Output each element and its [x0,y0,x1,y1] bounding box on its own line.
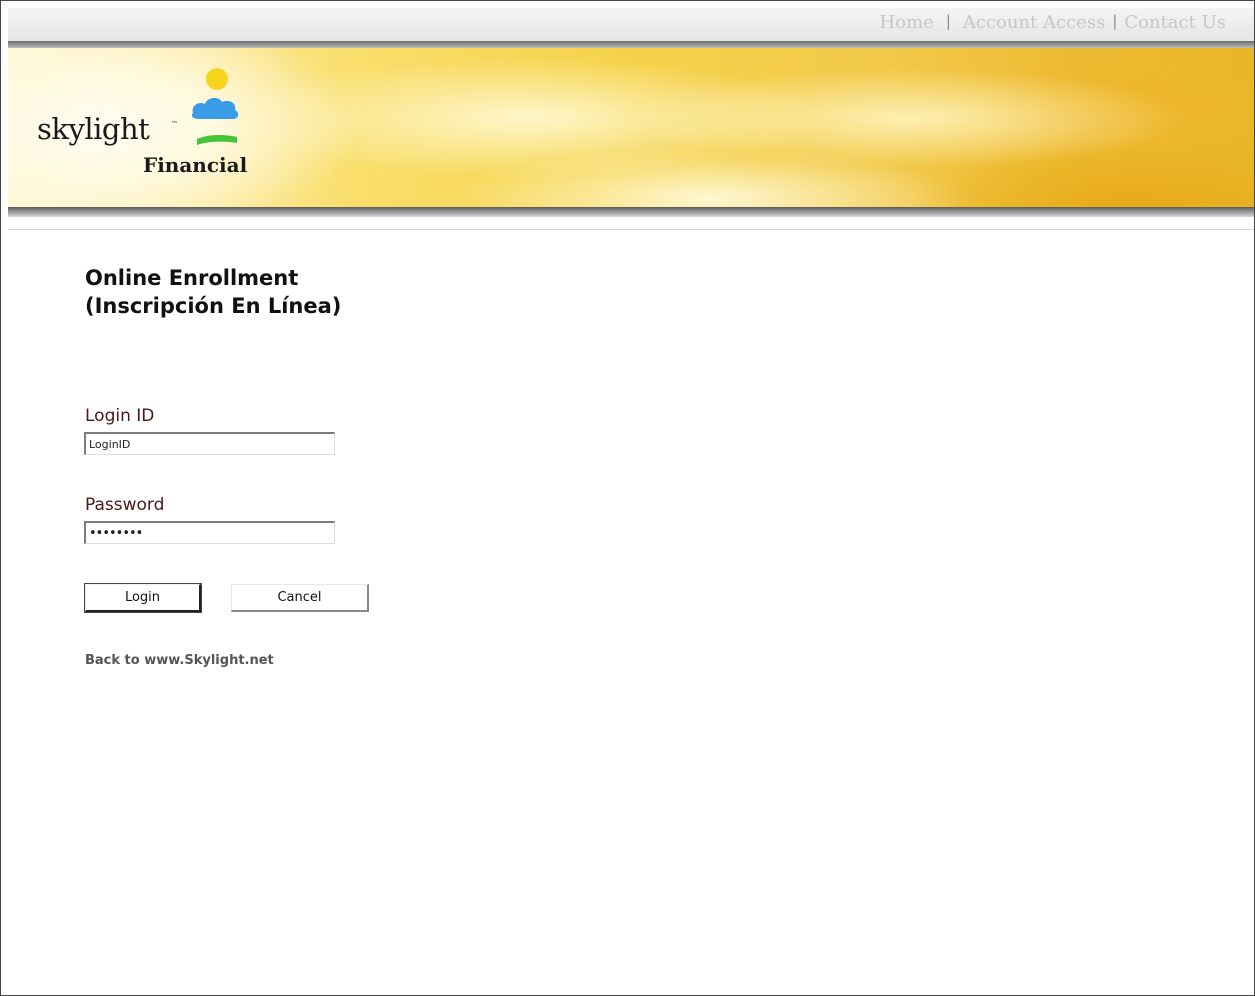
login-id-input[interactable] [84,432,335,455]
logo-sun-cloud-grass-icon [191,68,239,145]
banner-bottom-shadow [8,207,1254,217]
nav-home-link[interactable]: Home [880,12,934,33]
password-label: Password [85,495,165,515]
top-nav-links: Home | Account Access | Contact Us [880,12,1226,33]
nav-account-access-link[interactable]: Account Access [963,12,1105,33]
password-input[interactable] [84,521,335,544]
top-navigation: Home | Account Access | Contact Us [8,8,1254,42]
back-to-skylight-link[interactable]: Back to www.Skylight.net [85,653,274,668]
logo-grass-icon [197,134,237,145]
logo-cloud-icon [191,98,239,119]
logo-wordmark-financial: Financial [143,153,248,177]
nav-contact-us-link[interactable]: Contact Us [1124,12,1226,33]
header-divider [8,229,1254,230]
logo-trademark: ™ [171,120,178,128]
nav-separator: | [1112,12,1118,30]
banner-top-shadow [8,41,1254,48]
page-title: Online Enrollment (Inscripción En Línea) [85,264,341,320]
page-title-line-2: (Inscripción En Línea) [85,294,342,318]
skylight-financial-logo[interactable]: skylight ™ Financial [37,61,277,191]
page-frame: Home | Account Access | Contact Us skylight … [0,0,1255,996]
logo-wordmark-skylight: skylight [37,112,150,146]
cancel-button[interactable]: Cancel [231,584,369,612]
nav-separator: | [945,12,951,30]
login-id-label: Login ID [85,406,155,426]
login-button[interactable]: Login [84,583,202,613]
page-title-line-1: Online Enrollment [85,266,299,290]
logo-sun-icon [206,68,228,90]
